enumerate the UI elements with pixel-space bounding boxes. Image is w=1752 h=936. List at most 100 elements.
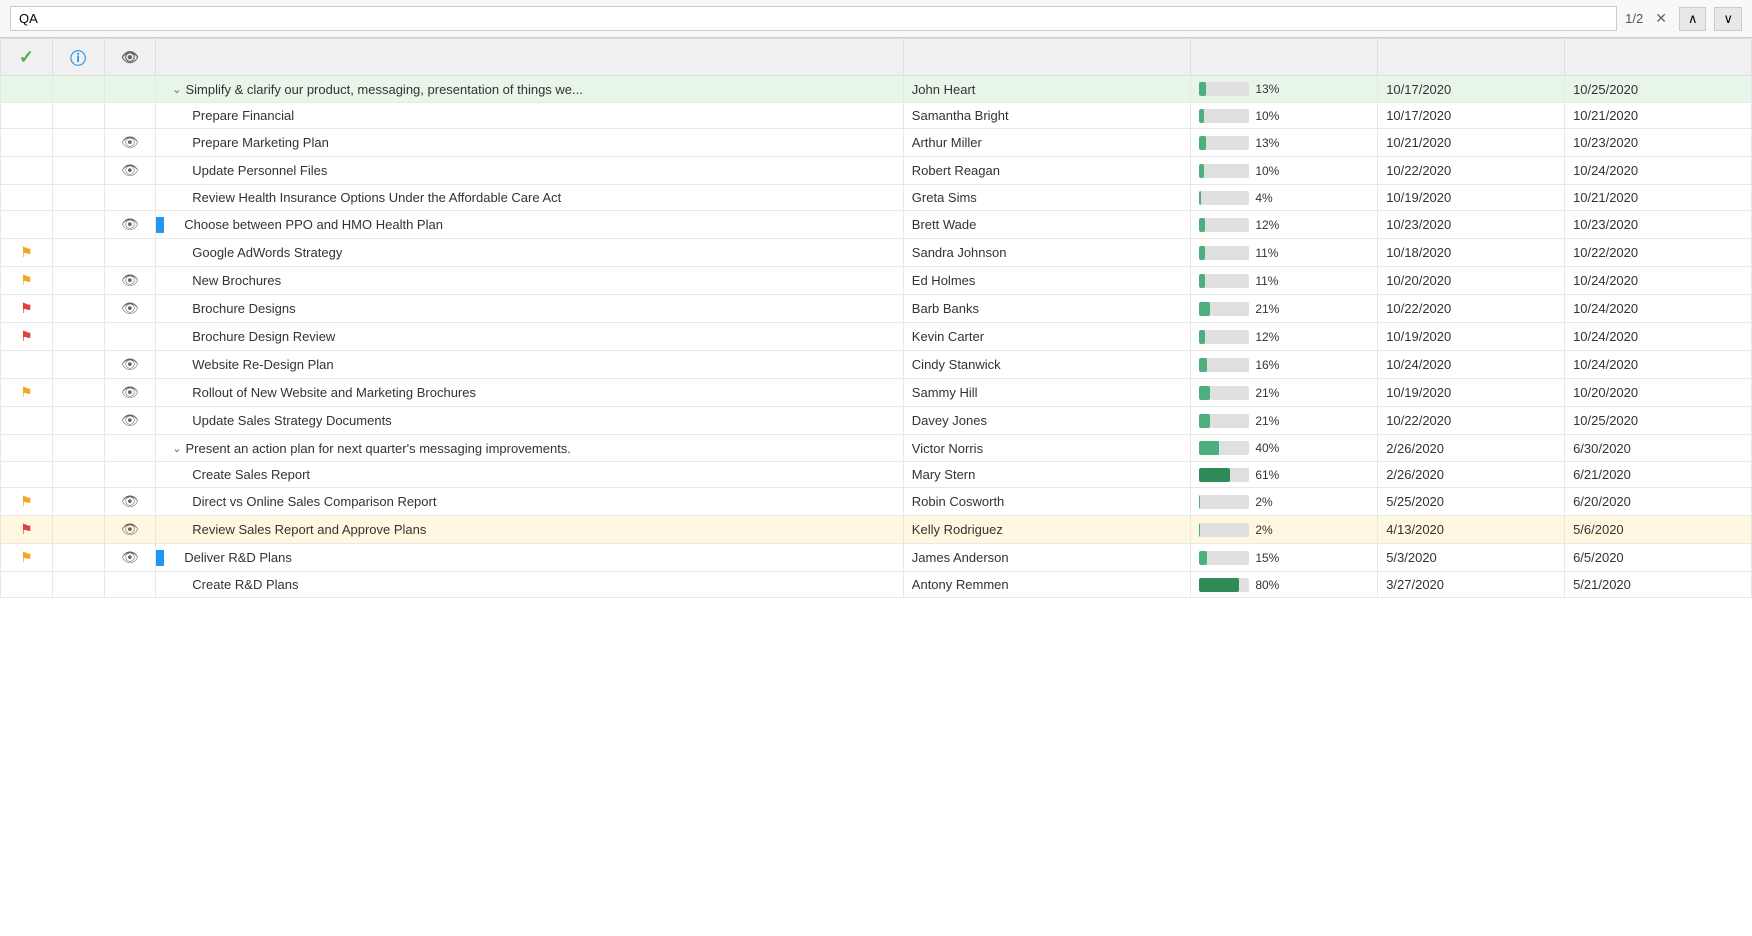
search-next-button[interactable]: ∨	[1714, 7, 1742, 31]
status-bar-bg	[1199, 495, 1249, 509]
due-date-cell: 10/25/2020	[1565, 76, 1752, 103]
task-cell[interactable]: Deliver R&D Plans	[156, 544, 904, 572]
eye-icon[interactable]: 👁	[121, 356, 139, 372]
task-cell[interactable]: Prepare Financial	[156, 103, 904, 129]
flag-cell: ⚑	[1, 323, 53, 351]
task-name: Review Health Insurance Options Under th…	[164, 190, 561, 205]
flag-cell	[1, 157, 53, 185]
flag-red-icon[interactable]: ⚑	[20, 328, 33, 344]
status-bar-bg	[1199, 274, 1249, 288]
eye-cell: 👁	[104, 211, 156, 239]
flag-red-icon[interactable]: ⚑	[20, 300, 33, 316]
eye-icon[interactable]: 👁	[121, 300, 139, 316]
status-bar-fill	[1199, 136, 1206, 150]
collapse-arrow-icon[interactable]: ⌄	[172, 83, 181, 96]
due-date-cell: 10/24/2020	[1565, 295, 1752, 323]
eye-icon[interactable]: 👁	[121, 549, 139, 565]
flag-cell	[1, 572, 53, 598]
eye-icon[interactable]: 👁	[121, 412, 139, 428]
info-cell	[52, 462, 104, 488]
task-group-name: ⌄Present an action plan for next quarter…	[164, 441, 571, 456]
check-icon: ✓	[19, 47, 34, 67]
start-date-cell: 10/19/2020	[1378, 185, 1565, 211]
status-bar-fill	[1199, 551, 1207, 565]
status-bar-fill	[1199, 274, 1205, 288]
table-row: 👁Website Re-Design PlanCindy Stanwick16%…	[1, 351, 1752, 379]
table-row: ⌄Present an action plan for next quarter…	[1, 435, 1752, 462]
header-due-date	[1565, 39, 1752, 76]
employee-cell: John Heart	[903, 76, 1191, 103]
due-date-cell: 10/24/2020	[1565, 267, 1752, 295]
table-row: ⚑ Brochure Design ReviewKevin Carter12% 10…	[1, 323, 1752, 351]
start-date-cell: 10/20/2020	[1378, 267, 1565, 295]
eye-icon[interactable]: 👁	[121, 216, 139, 232]
task-cell[interactable]: Create Sales Report	[156, 462, 904, 488]
status-percent: 2%	[1255, 523, 1285, 537]
eye-cell: 👁	[104, 516, 156, 544]
flag-cell	[1, 211, 53, 239]
task-cell[interactable]: Review Sales Report and Approve Plans	[156, 516, 904, 544]
search-input[interactable]	[10, 6, 1617, 31]
task-cell[interactable]: Update Personnel Files	[156, 157, 904, 185]
task-cell[interactable]: ⌄Simplify & clarify our product, messagi…	[156, 76, 904, 103]
flag-orange-icon[interactable]: ⚑	[20, 244, 33, 260]
task-cell[interactable]: Prepare Marketing Plan	[156, 129, 904, 157]
employee-cell: Sandra Johnson	[903, 239, 1191, 267]
task-cell[interactable]: Create R&D Plans	[156, 572, 904, 598]
status-percent: 11%	[1255, 246, 1285, 260]
employee-cell: Samantha Bright	[903, 103, 1191, 129]
eye-icon[interactable]: 👁	[121, 272, 139, 288]
status-bar-bg	[1199, 109, 1249, 123]
start-date-cell: 10/22/2020	[1378, 407, 1565, 435]
task-cell[interactable]: New Brochures	[156, 267, 904, 295]
info-cell	[52, 516, 104, 544]
flag-red-icon[interactable]: ⚑	[20, 521, 33, 537]
status-bar-fill	[1199, 414, 1210, 428]
task-cell[interactable]: Website Re-Design Plan	[156, 351, 904, 379]
status-cell: 40%	[1191, 435, 1378, 462]
search-prev-button[interactable]: ∧	[1679, 7, 1707, 31]
eye-icon[interactable]: 👁	[121, 384, 139, 400]
eye-icon[interactable]: 👁	[121, 162, 139, 178]
flag-orange-icon[interactable]: ⚑	[20, 493, 33, 509]
status-bar-fill	[1199, 218, 1205, 232]
task-cell[interactable]: Direct vs Online Sales Comparison Report	[156, 488, 904, 516]
task-cell[interactable]: ⌄Present an action plan for next quarter…	[156, 435, 904, 462]
status-bar-bg	[1199, 551, 1249, 565]
task-cell[interactable]: Google AdWords Strategy	[156, 239, 904, 267]
flag-cell: ⚑	[1, 379, 53, 407]
task-cell[interactable]: Brochure Designs	[156, 295, 904, 323]
eye-icon[interactable]: 👁	[121, 493, 139, 509]
eye-cell	[104, 239, 156, 267]
task-cell[interactable]: Choose between PPO and HMO Health Plan	[156, 211, 904, 239]
eye-cell	[104, 462, 156, 488]
status-percent: 12%	[1255, 218, 1285, 232]
task-cell[interactable]: Brochure Design Review	[156, 323, 904, 351]
status-bar-bg	[1199, 386, 1249, 400]
flag-orange-icon[interactable]: ⚑	[20, 384, 33, 400]
status-cell: 80%	[1191, 572, 1378, 598]
task-cell[interactable]: Review Health Insurance Options Under th…	[156, 185, 904, 211]
due-date-cell: 10/20/2020	[1565, 379, 1752, 407]
due-date-cell: 6/20/2020	[1565, 488, 1752, 516]
flag-cell	[1, 407, 53, 435]
eye-cell: 👁	[104, 544, 156, 572]
employee-cell: Kevin Carter	[903, 323, 1191, 351]
search-close-button[interactable]: ✕	[1651, 8, 1671, 29]
status-percent: 16%	[1255, 358, 1285, 372]
status-cell: 12%	[1191, 323, 1378, 351]
task-cell[interactable]: Update Sales Strategy Documents	[156, 407, 904, 435]
collapse-arrow-icon[interactable]: ⌄	[172, 442, 181, 455]
status-bar-fill	[1199, 578, 1239, 592]
eye-icon[interactable]: 👁	[121, 521, 139, 537]
table-row: 👁Update Sales Strategy DocumentsDavey Jo…	[1, 407, 1752, 435]
eye-cell: 👁	[104, 351, 156, 379]
status-percent: 2%	[1255, 495, 1285, 509]
flag-orange-icon[interactable]: ⚑	[20, 272, 33, 288]
status-cell: 4%	[1191, 185, 1378, 211]
task-cell[interactable]: Rollout of New Website and Marketing Bro…	[156, 379, 904, 407]
due-date-cell: 10/24/2020	[1565, 323, 1752, 351]
table-row: ⚑👁Brochure DesignsBarb Banks21%10/22/202…	[1, 295, 1752, 323]
eye-icon[interactable]: 👁	[121, 134, 139, 150]
flag-orange-icon[interactable]: ⚑	[20, 549, 33, 565]
